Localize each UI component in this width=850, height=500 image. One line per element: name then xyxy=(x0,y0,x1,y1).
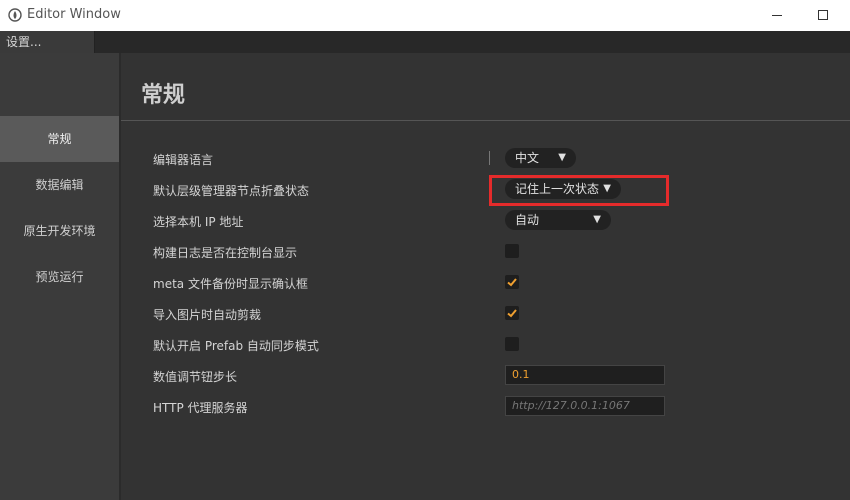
prefab-sync-checkbox[interactable] xyxy=(505,337,519,351)
settings-panel: 常规 编辑器语言 默认层级管理器节点折叠状态 选择本机 IP 地址 构建日志是否… xyxy=(121,53,850,500)
step-size-input[interactable]: 0.1 xyxy=(505,365,665,385)
maximize-icon xyxy=(817,10,828,20)
sidebar-item-preview[interactable]: 预览运行 xyxy=(0,254,119,300)
sidebar: 常规 数据编辑 原生开发环境 预览运行 xyxy=(0,53,119,500)
setting-label: 编辑器语言 xyxy=(153,153,214,167)
select-value: 自动 xyxy=(515,213,540,227)
app-logo-icon xyxy=(8,8,22,22)
checkmark-icon xyxy=(507,278,517,287)
build-log-checkbox[interactable] xyxy=(505,244,519,258)
setting-label: meta 文件备份时显示确认框 xyxy=(153,277,308,291)
tab-bar: 设置... xyxy=(0,31,850,53)
setting-label: HTTP 代理服务器 xyxy=(153,401,248,415)
setting-label: 数值调节钮步长 xyxy=(153,370,238,384)
http-proxy-input[interactable]: http://127.0.0.1:1067 xyxy=(505,396,665,416)
separator-mark xyxy=(489,151,490,165)
minimize-button[interactable] xyxy=(754,0,800,31)
ip-address-select[interactable]: 自动 ▼ xyxy=(505,210,611,230)
minimize-icon xyxy=(771,15,782,16)
highlight-annotation xyxy=(489,175,669,206)
setting-label: 构建日志是否在控制台显示 xyxy=(153,246,298,260)
sidebar-item-native-env[interactable]: 原生开发环境 xyxy=(0,208,119,254)
window-title: Editor Window xyxy=(27,7,121,22)
setting-label: 选择本机 IP 地址 xyxy=(153,215,244,229)
checkmark-icon xyxy=(507,309,517,318)
language-select[interactable]: 中文 ▼ xyxy=(505,148,576,168)
sidebar-item-data-editing[interactable]: 数据编辑 xyxy=(0,162,119,208)
dropdown-arrow-icon: ▼ xyxy=(593,214,601,225)
maximize-button[interactable] xyxy=(800,0,846,31)
sidebar-item-general[interactable]: 常规 xyxy=(0,116,119,162)
title-divider xyxy=(121,120,850,121)
setting-label: 默认层级管理器节点折叠状态 xyxy=(153,184,310,198)
page-title: 常规 xyxy=(141,83,186,108)
dropdown-arrow-icon: ▼ xyxy=(558,152,566,163)
select-value: 中文 xyxy=(515,151,540,165)
meta-backup-confirm-checkbox[interactable] xyxy=(505,275,519,289)
auto-crop-checkbox[interactable] xyxy=(505,306,519,320)
tab-settings[interactable]: 设置... xyxy=(0,31,95,53)
setting-label: 默认开启 Prefab 自动同步模式 xyxy=(153,339,319,353)
title-bar: Editor Window xyxy=(0,0,850,31)
setting-label: 导入图片时自动剪裁 xyxy=(153,308,262,322)
